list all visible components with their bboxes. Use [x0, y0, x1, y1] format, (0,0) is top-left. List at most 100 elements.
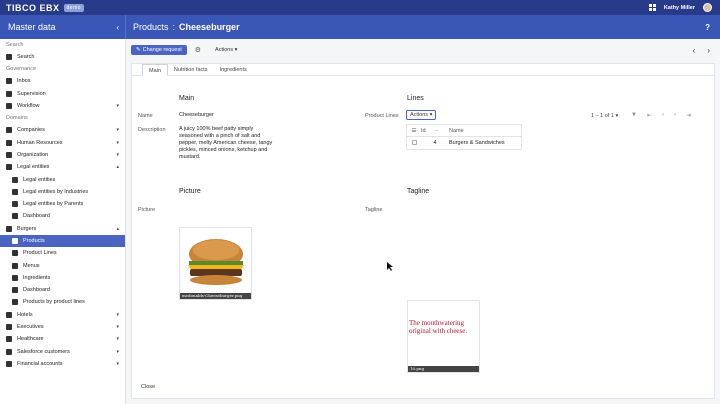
sidebar-item-legal-entities[interactable]: Legal entities ▴ — [0, 161, 125, 173]
sidebar-item-legal-entities-by-parents[interactable]: Legal entities by Parents — [0, 198, 125, 210]
tab-nutrition-facts[interactable]: Nutrition facts — [168, 64, 214, 75]
chevron-down-icon[interactable]: ▾ — [116, 312, 119, 318]
chevron-down-icon[interactable]: ▾ — [116, 324, 119, 330]
chevron-up-icon[interactable]: ▴ — [116, 226, 119, 232]
next-page-icon[interactable]: › — [674, 112, 676, 119]
avatar[interactable] — [703, 3, 712, 12]
header-bar: Master data ‹ Products : Cheeseburger ? — [0, 15, 720, 39]
sort-icon[interactable]: – — [435, 128, 449, 134]
chevron-down-icon[interactable]: ▾ — [116, 361, 119, 367]
first-page-icon[interactable]: ⇤ — [647, 112, 652, 119]
chevron-left-icon[interactable]: ‹ — [116, 23, 119, 32]
lines-pager[interactable]: 1 – 1 of 1 ▾ — [591, 113, 618, 119]
help-button[interactable]: ? — [705, 23, 710, 32]
dashboard-icon — [12, 213, 18, 220]
section-selector[interactable]: Master data ‹ — [0, 15, 126, 39]
column-id[interactable]: Id — [421, 128, 435, 134]
previous-record-icon[interactable]: ‹ — [693, 46, 696, 55]
products-icon — [12, 238, 18, 244]
sidebar-item-label: Products — [23, 238, 45, 244]
next-record-icon[interactable]: › — [707, 46, 710, 55]
lines-pager-controls: ▼ ⇤ ‹ › ⇥ — [631, 112, 691, 119]
record-navigation: ‹ › — [693, 46, 710, 55]
breadcrumb: Products : Cheeseburger — [126, 22, 240, 32]
tab-ingredients[interactable]: Ingredients — [214, 64, 253, 75]
sidebar-section-search: Search — [6, 42, 24, 48]
sidebar-item-search[interactable]: Search — [0, 51, 125, 63]
sidebar-item-supervision[interactable]: Supervision — [0, 88, 125, 100]
sidebar-item-salesforce-customers[interactable]: Salesforce customers ▾ — [0, 346, 125, 358]
close-button[interactable]: Close — [141, 384, 155, 390]
sidebar-section-domains: Domains — [6, 115, 28, 122]
sidebar-item-legal-entities[interactable]: Legal entities — [0, 173, 125, 185]
sidebar-item-ingredients[interactable]: Ingredients — [0, 272, 125, 284]
sidebar-item-menus[interactable]: Menus — [0, 259, 125, 271]
sidebar-item-executives[interactable]: Executives ▾ — [0, 321, 125, 333]
inbox-icon — [6, 78, 12, 85]
lines-actions-dropdown[interactable]: Actions ▾ — [406, 110, 437, 120]
tagline-label: Tagline — [365, 207, 383, 213]
description-label: Description — [138, 127, 166, 133]
sidebar-item-workflow[interactable]: Workflow ▾ — [0, 100, 125, 112]
sidebar-item-label: Executives — [17, 324, 44, 331]
logo: TIBCO EBX demo — [6, 3, 85, 13]
chevron-down-icon[interactable]: ▾ — [116, 336, 119, 342]
organization-icon — [6, 151, 12, 158]
sidebar-item-legal-entities-by-industries[interactable]: Legal entities by Industries — [0, 186, 125, 198]
top-bar: TIBCO EBX demo Kathy Miller — [0, 0, 720, 15]
sidebar-item-label: Product Lines — [23, 250, 57, 257]
sidebar-item-products[interactable]: Products — [0, 234, 125, 248]
sidebar-item-dashboard[interactable]: Dashboard — [0, 284, 125, 296]
legal-entities-by-industries-icon — [12, 188, 18, 195]
breadcrumb-parent[interactable]: Products — [133, 22, 169, 32]
sidebar-item-human-resources[interactable]: Human Resources ▾ — [0, 136, 125, 148]
chevron-down-icon[interactable]: ▾ — [116, 127, 119, 133]
row-checkbox[interactable] — [411, 139, 417, 145]
chevron-down-icon[interactable]: ▾ — [116, 152, 119, 158]
toolbar: ✎ Change request ⚙ Actions ▾ ‹ › — [126, 39, 720, 61]
sidebar-item-label: Legal entities by Parents — [23, 201, 84, 208]
table-header: ☰ Id – Name — [407, 125, 521, 137]
products-by-product-lines-icon — [12, 299, 18, 306]
main-content: ✎ Change request ⚙ Actions ▾ ‹ › Main Nu… — [126, 39, 720, 404]
change-request-button[interactable]: ✎ Change request — [131, 45, 187, 55]
sidebar-item-label: Financial accounts — [17, 360, 63, 367]
breadcrumb-separator: : — [172, 22, 176, 32]
menu-icon[interactable]: ☰ — [407, 128, 421, 134]
sidebar-item-organization[interactable]: Organization ▾ — [0, 149, 125, 161]
picture-image[interactable]: mcdonalds-Cheeseburger.png — [179, 227, 252, 300]
actions-dropdown[interactable]: Actions ▾ — [215, 47, 237, 53]
group-title-main: Main — [179, 95, 195, 102]
sidebar-item-label: Healthcare — [17, 336, 44, 343]
sidebar-item-label: Legal entities by Industries — [23, 188, 89, 195]
mouse-cursor-icon — [387, 262, 393, 271]
sidebar-item-label: Burgers — [17, 225, 37, 232]
previous-page-icon[interactable]: ‹ — [662, 112, 664, 119]
sidebar-item-inbox[interactable]: Inbox — [0, 75, 125, 87]
page-title: Cheeseburger — [179, 22, 240, 32]
sidebar-item-dashboard[interactable]: Dashboard — [0, 210, 125, 222]
apps-grid-icon[interactable] — [648, 4, 656, 11]
column-name[interactable]: Name — [449, 128, 464, 134]
sidebar-item-healthcare[interactable]: Healthcare ▾ — [0, 333, 125, 345]
last-page-icon[interactable]: ⇥ — [686, 112, 691, 119]
user-name[interactable]: Kathy Miller — [664, 5, 695, 11]
sidebar-item-burgers[interactable]: Burgers ▴ — [0, 223, 125, 235]
sidebar-item-financial-accounts[interactable]: Financial accounts ▾ — [0, 358, 125, 370]
chevron-down-icon[interactable]: ▾ — [116, 103, 119, 109]
table-row[interactable]: 4 Burgers & Sandwiches — [407, 137, 521, 149]
sidebar-item-products-by-product-lines[interactable]: Products by product lines — [0, 296, 125, 308]
chevron-down-icon[interactable]: ▾ — [116, 140, 119, 146]
financial-accounts-icon — [6, 360, 12, 367]
tagline-image[interactable]: The mouthwatering original with cheese. … — [407, 300, 480, 373]
chevron-up-icon[interactable]: ▴ — [116, 164, 119, 170]
sidebar-item-product-lines[interactable]: Product Lines — [0, 247, 125, 259]
gear-icon[interactable]: ⚙ — [195, 46, 201, 54]
filter-icon[interactable]: ▼ — [631, 112, 637, 119]
chevron-down-icon[interactable]: ▾ — [116, 349, 119, 355]
sidebar-item-hotels[interactable]: Hotels ▾ — [0, 309, 125, 321]
tab-main[interactable]: Main — [142, 64, 168, 76]
hotels-icon — [6, 311, 12, 318]
sidebar-item-companies[interactable]: Companies ▾ — [0, 124, 125, 136]
sidebar-item-label: Legal entities — [23, 176, 56, 183]
